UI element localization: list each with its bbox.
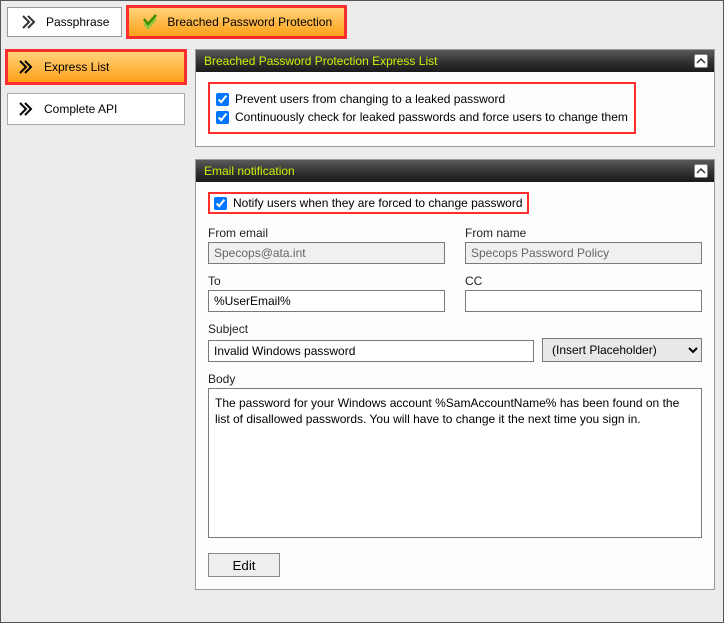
panel-express-list: Breached Password Protection Express Lis… (195, 49, 715, 147)
sidebar-item-express-list[interactable]: Express List (7, 51, 185, 83)
sidebar: Express List Complete API (1, 43, 191, 622)
insert-placeholder-select[interactable]: (Insert Placeholder) (542, 338, 702, 362)
panel-title: Breached Password Protection Express Lis… (204, 54, 437, 68)
label-body: Body (208, 372, 702, 386)
tab-passphrase-label: Passphrase (46, 15, 109, 29)
cc-field[interactable] (465, 290, 702, 312)
chevron-double-icon (18, 101, 34, 117)
panel-header-email[interactable]: Email notification (196, 160, 714, 182)
edit-button[interactable]: Edit (208, 553, 280, 577)
from-email-field[interactable] (208, 242, 445, 264)
label-from-name: From name (465, 226, 702, 240)
edit-button-label: Edit (233, 558, 256, 573)
tab-passphrase[interactable]: Passphrase (7, 7, 122, 37)
checkbox-continuous-check[interactable] (216, 111, 229, 124)
label-to: To (208, 274, 445, 288)
chevron-double-icon (20, 13, 38, 31)
sidebar-item-complete-api[interactable]: Complete API (7, 93, 185, 125)
label-cc: CC (465, 274, 702, 288)
to-field[interactable] (208, 290, 445, 312)
tab-breached-password-protection[interactable]: Breached Password Protection (128, 7, 345, 37)
sidebar-express-label: Express List (44, 60, 109, 74)
from-name-field[interactable] (465, 242, 702, 264)
label-from-email: From email (208, 226, 445, 240)
checkbox-notify-users[interactable] (214, 197, 227, 210)
checkbox-label: Prevent users from changing to a leaked … (235, 92, 505, 106)
checkbox-label: Notify users when they are forced to cha… (233, 196, 523, 210)
body-textarea[interactable] (208, 388, 702, 538)
checkbox-prevent-leaked[interactable] (216, 93, 229, 106)
collapse-icon[interactable] (694, 54, 708, 68)
collapse-icon[interactable] (694, 164, 708, 178)
label-subject: Subject (208, 322, 702, 336)
tab-breached-label: Breached Password Protection (167, 15, 332, 29)
panel-email-notification: Email notification Notify users when the… (195, 159, 715, 590)
sidebar-complete-label: Complete API (44, 102, 117, 116)
shield-check-icon (141, 13, 159, 31)
top-tab-bar: Passphrase Breached Password Protection (1, 1, 723, 43)
subject-field[interactable] (208, 340, 534, 362)
panel-title: Email notification (204, 164, 295, 178)
chevron-double-icon (18, 59, 34, 75)
checkbox-group-highlight: Prevent users from changing to a leaked … (208, 82, 636, 134)
app-window: Passphrase Breached Password Protection … (0, 0, 724, 623)
checkbox-label: Continuously check for leaked passwords … (235, 110, 628, 124)
panel-header-express[interactable]: Breached Password Protection Express Lis… (196, 50, 714, 72)
main-content: Breached Password Protection Express Lis… (191, 43, 723, 622)
